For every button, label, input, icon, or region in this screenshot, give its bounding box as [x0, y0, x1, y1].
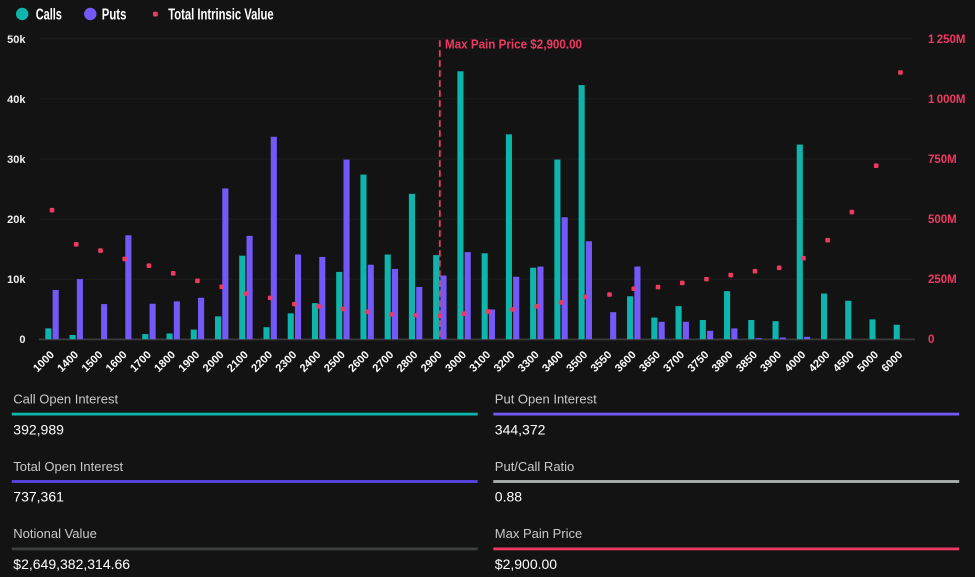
svg-text:30k: 30k — [7, 154, 26, 166]
svg-text:250M: 250M — [928, 274, 957, 286]
svg-text:40k: 40k — [7, 94, 26, 106]
svg-text:Call Open Interest: Call Open Interest — [13, 391, 118, 406]
svg-text:Max Pain Price: Max Pain Price — [495, 526, 582, 541]
svg-text:10k: 10k — [7, 274, 26, 286]
svg-text:$2,649,382,314.66: $2,649,382,314.66 — [13, 556, 130, 572]
svg-text:500M: 500M — [928, 214, 957, 226]
svg-text:$2,900.00: $2,900.00 — [495, 556, 557, 572]
svg-text:0.88: 0.88 — [495, 489, 522, 505]
svg-text:0: 0 — [928, 334, 934, 346]
svg-text:20k: 20k — [7, 214, 26, 226]
svg-text:Puts: Puts — [102, 7, 127, 24]
svg-text:Put Open Interest: Put Open Interest — [495, 391, 597, 406]
svg-text:Calls: Calls — [36, 7, 62, 24]
svg-text:Notional Value: Notional Value — [13, 526, 97, 541]
svg-text:0: 0 — [19, 334, 25, 346]
svg-text:1 000M: 1 000M — [928, 94, 965, 106]
svg-text:750M: 750M — [928, 154, 957, 166]
svg-text:344,372: 344,372 — [495, 421, 546, 437]
svg-text:Max Pain Price $2,900.00: Max Pain Price $2,900.00 — [445, 37, 582, 52]
svg-text:Total Open Interest: Total Open Interest — [13, 459, 123, 474]
svg-text:Put/Call Ratio: Put/Call Ratio — [495, 459, 574, 474]
svg-text:392,989: 392,989 — [13, 421, 64, 437]
svg-text:Total Intrinsic Value: Total Intrinsic Value — [168, 7, 274, 24]
svg-text:737,361: 737,361 — [13, 489, 64, 505]
svg-text:1 250M: 1 250M — [928, 34, 965, 46]
svg-text:50k: 50k — [7, 34, 26, 46]
